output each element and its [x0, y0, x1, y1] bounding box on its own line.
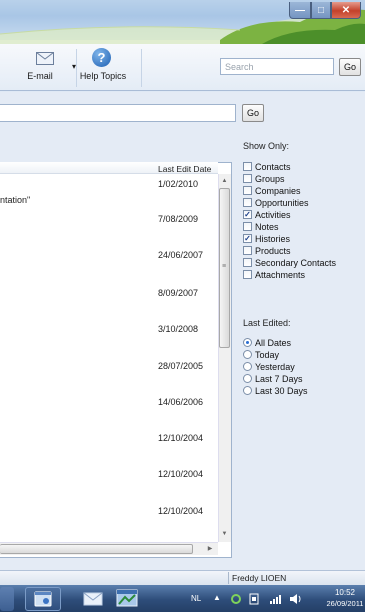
checkbox-label: Groups [255, 173, 285, 184]
show-only-heading: Show Only: [243, 141, 290, 151]
checkbox-attachments[interactable]: Attachments [243, 269, 305, 280]
help-icon: ? [92, 48, 111, 67]
search-go-button[interactable]: Go [339, 58, 361, 76]
email-label: E-mail [27, 71, 53, 81]
help-topics-label: Help Topics [79, 71, 127, 81]
checkbox-groups[interactable]: Groups [243, 173, 285, 184]
radio-label: Yesterday [255, 361, 295, 372]
grip-icon: ≡ [222, 263, 227, 270]
grid-cell-date[interactable]: 28/07/2005 [158, 361, 203, 371]
checkmark-icon[interactable]: ✓ [243, 234, 252, 243]
radio-button[interactable] [243, 386, 252, 395]
scroll-down-icon[interactable]: ▼ [218, 527, 231, 540]
toolbar-separator [76, 49, 77, 87]
search-input[interactable] [220, 58, 334, 75]
checkbox-label: Opportunities [255, 197, 309, 208]
email-button[interactable]: E-mail ▾ [9, 47, 76, 87]
checkbox-label: Attachments [255, 269, 306, 280]
filter-input[interactable] [0, 104, 236, 122]
checkbox-box[interactable] [243, 162, 252, 171]
grid-cell-date[interactable]: 12/10/2004 [158, 506, 203, 516]
envelope-icon [36, 52, 54, 65]
radio-label: Today [255, 349, 280, 360]
checkbox-label: Activities [255, 209, 291, 220]
checkbox-box[interactable] [243, 198, 252, 207]
toolbar-separator [141, 49, 142, 87]
device-icon[interactable] [249, 593, 259, 605]
radio-button[interactable] [243, 350, 252, 359]
grid-cell-date[interactable]: 24/06/2007 [158, 250, 203, 260]
scroll-up-icon[interactable]: ▲ [218, 174, 231, 187]
checkbox-notes[interactable]: Notes [243, 221, 279, 232]
radio-all-dates[interactable]: All Dates [243, 337, 291, 348]
checkbox-activities[interactable]: ✓ Activities [243, 209, 291, 220]
checkbox-label: Histories [255, 233, 291, 244]
system-tray [231, 593, 301, 605]
taskbar-app-button[interactable] [0, 587, 14, 611]
filter-go-button[interactable]: Go [242, 104, 264, 122]
checkmark-icon[interactable]: ✓ [243, 210, 252, 219]
signal-icon[interactable] [270, 595, 281, 604]
checkbox-box[interactable] [243, 222, 252, 231]
checkbox-box[interactable] [243, 270, 252, 279]
maximize-button[interactable]: □ [311, 2, 331, 19]
radio-label: Last 7 Days [255, 373, 303, 384]
taskbar-mail-button[interactable] [75, 587, 111, 611]
checkbox-box[interactable] [243, 174, 252, 183]
application-icon [116, 589, 138, 607]
show-hidden-icons-icon[interactable]: ▲ [213, 593, 221, 602]
checkbox-label: Secondary Contacts [255, 257, 337, 268]
grid-cell-date[interactable]: 8/09/2007 [158, 288, 198, 298]
checkbox-contacts[interactable]: Contacts [243, 161, 291, 172]
radio-button[interactable] [243, 338, 252, 347]
grid-cell-regarding[interactable]: ntation" [0, 195, 30, 205]
status-user-name: Freddy LIOEN [232, 573, 287, 583]
checkbox-companies[interactable]: Companies [243, 185, 301, 196]
radio-last-7-days[interactable]: Last 7 Days [243, 373, 303, 384]
taskbar-app-button[interactable] [109, 587, 145, 611]
close-button[interactable]: ✕ [331, 2, 361, 19]
help-topics-button[interactable]: ? Help Topics [78, 47, 138, 87]
checkbox-box[interactable] [243, 186, 252, 195]
clock-time[interactable]: 10:52 [330, 588, 360, 597]
envelope-icon [83, 592, 103, 606]
horizontal-scroll-thumb[interactable] [0, 544, 193, 554]
scroll-right-icon[interactable]: ▶ [204, 543, 216, 554]
clock-date[interactable]: 26/09/2011 [326, 599, 364, 608]
checkbox-box[interactable] [243, 246, 252, 255]
checkbox-label: Notes [255, 221, 279, 232]
radio-label: Last 30 Days [255, 385, 308, 396]
checkbox-label: Companies [255, 185, 301, 196]
last-edited-heading: Last Edited: [243, 318, 291, 328]
status-bar [0, 570, 365, 585]
sync-icon[interactable] [231, 594, 241, 604]
checkbox-opportunities[interactable]: Opportunities [243, 197, 309, 208]
radio-button[interactable] [243, 362, 252, 371]
radio-last-30-days[interactable]: Last 30 Days [243, 385, 308, 396]
column-header-last-edit-date[interactable]: Last Edit Date [158, 164, 211, 174]
app-window-icon [34, 591, 52, 607]
radio-label: All Dates [255, 337, 292, 348]
status-separator [228, 572, 229, 584]
checkbox-label: Products [255, 245, 291, 256]
checkbox-label: Contacts [255, 161, 291, 172]
grid-cell-date[interactable]: 14/06/2006 [158, 397, 203, 407]
grid-cell-date[interactable]: 1/02/2010 [158, 179, 198, 189]
grid-cell-date[interactable]: 3/10/2008 [158, 324, 198, 334]
radio-yesterday[interactable]: Yesterday [243, 361, 295, 372]
grid-cell-date[interactable]: 12/10/2004 [158, 469, 203, 479]
minimize-button[interactable]: — [289, 2, 311, 19]
checkbox-histories[interactable]: ✓ Histories [243, 233, 290, 244]
checkbox-secondary-contacts[interactable]: Secondary Contacts [243, 257, 336, 268]
grid-cell-date[interactable]: 7/08/2009 [158, 214, 198, 224]
volume-icon[interactable] [290, 594, 301, 604]
language-indicator[interactable]: NL [191, 594, 201, 603]
taskbar-app-button-active[interactable] [25, 587, 61, 611]
checkbox-products[interactable]: Products [243, 245, 291, 256]
grid-cell-date[interactable]: 12/10/2004 [158, 433, 203, 443]
radio-today[interactable]: Today [243, 349, 279, 360]
radio-button[interactable] [243, 374, 252, 383]
checkbox-box[interactable] [243, 258, 252, 267]
